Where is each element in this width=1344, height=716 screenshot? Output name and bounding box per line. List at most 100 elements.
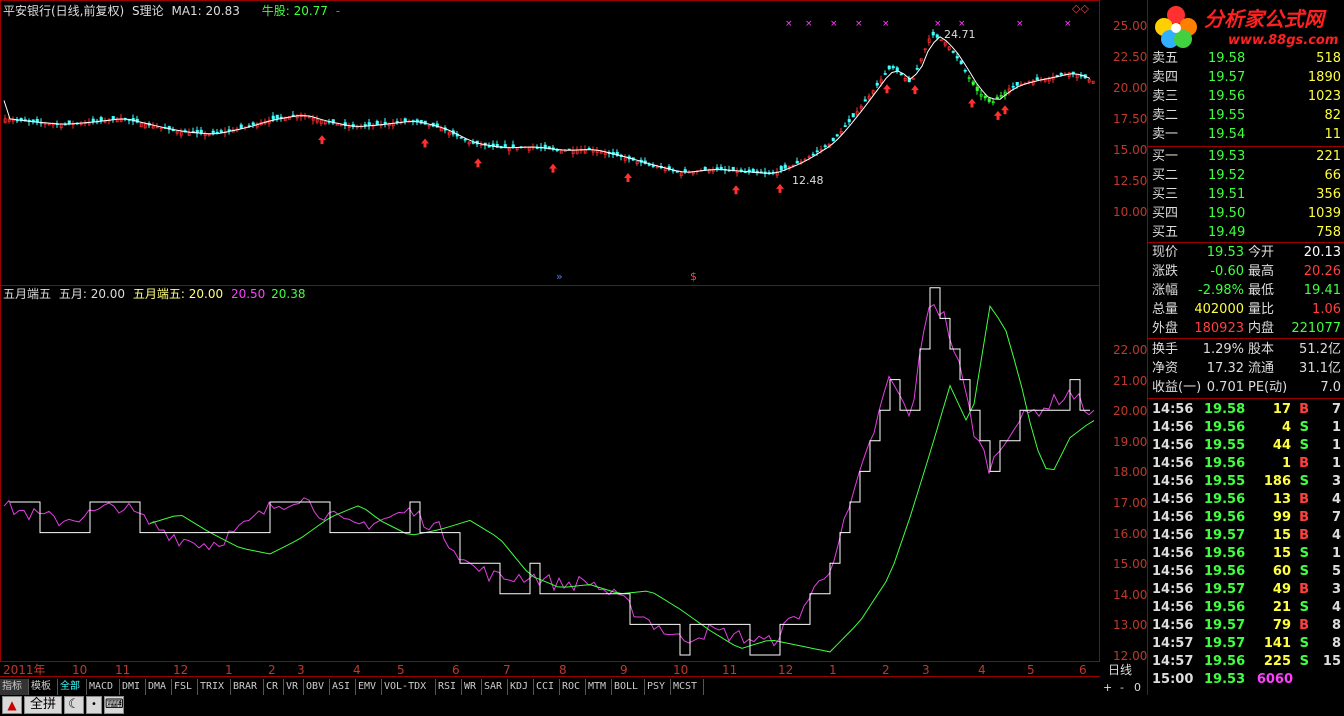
indicator-tab[interactable]: ROC [560,679,586,695]
buy-arrow-icon [968,98,976,108]
tick-row[interactable]: 14:56 19.56 4 S 1 [1148,419,1344,437]
tick-count: 8 [1331,618,1341,633]
candle-body [843,125,847,127]
indicator-tab[interactable]: FSL [172,679,198,695]
indicator-tab[interactable]: WR [462,679,482,695]
tick-row[interactable]: 14:57 19.57 141 S 8 [1148,635,1344,653]
tick-row[interactable]: 14:56 19.56 21 S 4 [1148,599,1344,617]
candle-body [995,96,999,99]
tick-time: 14:56 [1152,564,1194,579]
buy-row[interactable]: 买三 19.51 356 [1148,186,1344,204]
candle-body [367,122,371,126]
diamond-icons[interactable]: ◇◇ [1072,2,1089,16]
tick-row[interactable]: 14:57 19.56 225 S 15 [1148,653,1344,671]
indicator-tab[interactable]: DMA [146,679,172,695]
indicator-tab[interactable]: DMI [120,679,146,695]
sell-row[interactable]: 卖四 19.57 1890 [1148,69,1344,87]
month-label: 4 [978,663,986,677]
indicator-tab[interactable]: EMV [356,679,382,695]
tick-row[interactable]: 15:00 19.53 6060 [1148,671,1344,689]
indicator-tab[interactable]: 指标 [0,679,29,695]
indicator-tab[interactable]: MCST [671,679,704,695]
tick-row[interactable]: 14:56 19.57 15 B 4 [1148,527,1344,545]
candle-body [975,86,979,91]
signal-mark: × [1064,19,1072,29]
zoom-in-button[interactable]: + [1103,681,1112,695]
tick-price: 19.56 [1204,600,1246,615]
bottom-axis-tick: 16.00 [1113,526,1148,541]
logo-url: www.88gs.com [1228,33,1339,48]
sell-volume: 1890 [1307,70,1341,85]
tick-row[interactable]: 14:56 19.56 15 S 1 [1148,545,1344,563]
tick-row[interactable]: 14:56 19.58 17 B 7 [1148,401,1344,419]
finance-value: 17.32 [1206,361,1244,376]
indicator-tab[interactable]: RSI [436,679,462,695]
tick-row[interactable]: 14:56 19.55 44 S 1 [1148,437,1344,455]
indicator-tab[interactable]: CR [264,679,284,695]
zoom-out-button[interactable]: - [1120,681,1124,695]
signal-mark: × [805,19,813,29]
tick-side: B [1299,618,1309,633]
sell-price: 19.58 [1208,51,1246,66]
buy-row[interactable]: 买一 19.53 221 [1148,148,1344,166]
top-axis-tick: 20.00 [1113,81,1148,95]
indicator-tab[interactable]: VR [284,679,304,695]
month-label: 5 [1027,663,1035,677]
tick-row[interactable]: 14:56 19.56 1 B 1 [1148,455,1344,473]
sell-row[interactable]: 卖二 19.55 82 [1148,107,1344,125]
input-method-button[interactable]: 全拼 [24,696,62,714]
quote-value: -0.60 [1210,264,1244,279]
indicator-tab[interactable]: 模板 [29,679,58,695]
indicator-tab[interactable]: TRIX [198,679,231,695]
quote-row: 总量 402000 量比 1.06 [1148,301,1344,319]
bull-dash: - [335,4,341,18]
tick-row[interactable]: 14:56 19.57 79 B 8 [1148,617,1344,635]
quote-label: 内盘 [1248,321,1275,336]
top-axis-tick: 10.00 [1113,205,1148,219]
quote-value: 20.13 [1303,245,1341,260]
candle-body [915,68,919,70]
tick-time: 14:56 [1152,546,1194,561]
chart-area[interactable]: × × × × × × × × × 平安银行(日线,前复权) S理论 MA1: 20.83 牛股… [0,0,1147,678]
indicator-tab[interactable]: BOLL [612,679,645,695]
bull-label: 牛股: 20.77 [261,4,328,18]
month-label: 7 [503,663,511,677]
keyboard-icon[interactable]: ⌨ [104,696,124,714]
month-label: 2 [268,663,276,677]
chart-canvas[interactable]: × × × × × × × × × [0,0,1100,678]
indicator-tab[interactable]: OBV [304,679,330,695]
tick-row[interactable]: 14:56 19.55 186 S 3 [1148,473,1344,491]
indicator-tab[interactable]: 全部 [58,679,87,695]
indicator-tab[interactable]: PSY [645,679,671,695]
sell-row[interactable]: 卖五 19.58 518 [1148,50,1344,68]
indicator-tab[interactable]: CCI [534,679,560,695]
dot-icon[interactable]: • [86,696,102,714]
indicator-tab[interactable]: SAR [482,679,508,695]
month-label: 3 [922,663,930,677]
tick-row[interactable]: 14:56 19.56 13 B 4 [1148,491,1344,509]
indicator-tab[interactable]: ASI [330,679,356,695]
buy-row[interactable]: 买二 19.52 66 [1148,167,1344,185]
indicator-tab[interactable]: VOL-TDX [382,679,436,695]
buy-row[interactable]: 买四 19.50 1039 [1148,205,1344,223]
moon-icon[interactable]: ☾ [64,696,84,714]
tick-row[interactable]: 14:56 19.56 60 S 5 [1148,563,1344,581]
buy-row[interactable]: 买五 19.49 758 [1148,224,1344,242]
indicator-tab[interactable]: MACD [87,679,120,695]
tick-volume: 60 [1272,564,1291,579]
month-label: 1 [225,663,233,677]
period-label[interactable]: 日线 [1108,663,1132,677]
candle-body [1059,73,1063,76]
candle-body [471,142,475,144]
tick-row[interactable]: 14:56 19.57 49 B 3 [1148,581,1344,599]
warning-icon[interactable]: ▲ [2,696,22,714]
tick-price: 19.58 [1204,402,1246,417]
indicator-tab[interactable]: MTM [586,679,612,695]
tick-price: 19.55 [1204,438,1246,453]
sell-row[interactable]: 卖一 19.54 11 [1148,126,1344,144]
sell-row[interactable]: 卖三 19.56 1023 [1148,88,1344,106]
tick-row[interactable]: 14:56 19.56 99 B 7 [1148,509,1344,527]
indicator-tab[interactable]: BRAR [231,679,264,695]
indicator-tab[interactable]: KDJ [508,679,534,695]
month-label: 6 [1079,663,1087,677]
